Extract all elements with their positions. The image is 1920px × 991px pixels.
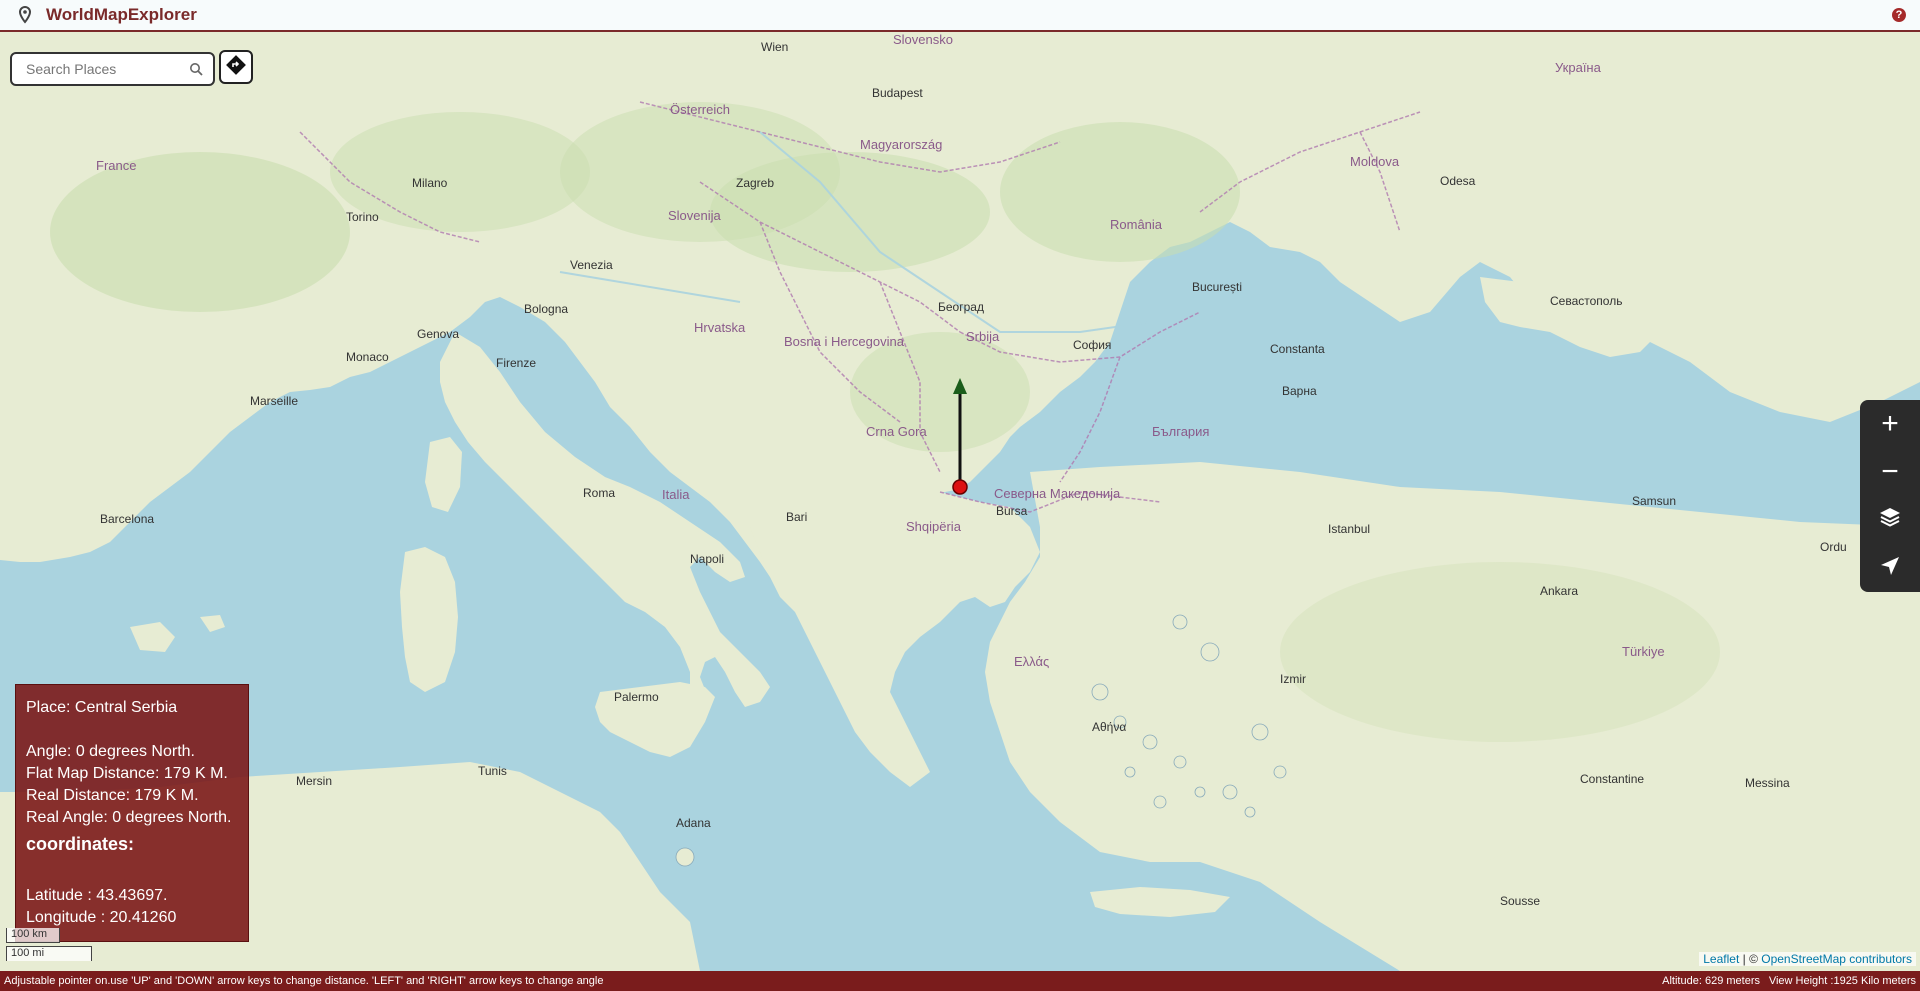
angle-value: Angle: 0 degrees North.	[26, 743, 195, 760]
map-label-moldova: Moldova	[1350, 154, 1400, 169]
pointer-origin-marker	[952, 479, 968, 495]
app-title: WorldMapExplorer	[46, 5, 197, 24]
zoom-out-button[interactable]: −	[1860, 448, 1920, 496]
map-label-slovensko: Slovensko	[893, 32, 953, 47]
search-box[interactable]	[10, 52, 215, 86]
longitude-value: Longitude : 20.41260	[26, 909, 177, 926]
directions-icon	[225, 54, 247, 81]
altitude-readout: Altitude: 629 meters	[1662, 975, 1760, 987]
map-label-milano: Milano	[412, 176, 448, 190]
real-angle-value: Real Angle: 0 degrees North.	[26, 809, 232, 826]
map-label-venezia: Venezia	[570, 258, 613, 272]
map-label-ellas: Ελλάς	[1014, 654, 1050, 669]
map-label-makedonija: Северна Македонија	[994, 486, 1121, 501]
map-label-magyarorszag: Magyarország	[860, 137, 943, 152]
map-label-odesa: Odesa	[1440, 174, 1476, 188]
map-label-antalya: Constantine	[1580, 772, 1645, 786]
map-label-izmir: Izmir	[1280, 672, 1306, 686]
real-distance-value: Real Distance: 179 K M.	[26, 787, 199, 804]
leaflet-link[interactable]: Leaflet	[1703, 952, 1739, 966]
map-label-italia: Italia	[662, 487, 690, 502]
flat-distance-value: Flat Map Distance: 179 K M.	[26, 765, 228, 782]
map-label-adana: Messina	[1745, 776, 1790, 790]
map-label-lefkosia: Sousse	[1500, 894, 1541, 908]
map-controls: + −	[1860, 400, 1920, 592]
map-label-osterreich: Österreich	[670, 102, 730, 117]
map-label-budapest: Budapest	[872, 86, 923, 100]
map-label-constanta: Constanta	[1270, 342, 1325, 356]
map-label-barcelona: Barcelona	[100, 512, 155, 526]
map-label-tunis: Tunis	[478, 764, 507, 778]
map-label-malta: Adana	[676, 816, 711, 830]
layers-icon	[1878, 503, 1902, 537]
map-label-sevastopol: Севастополь	[1550, 294, 1623, 308]
map-label-genova: Genova	[417, 327, 460, 341]
attribution-separator: | ©	[1739, 952, 1762, 966]
map-label-catania: Bursa	[996, 504, 1028, 518]
map-label-torino: Torino	[346, 210, 379, 224]
locate-button[interactable]	[1860, 544, 1920, 592]
place-name: Place: Central Serbia	[26, 699, 178, 716]
layers-button[interactable]	[1860, 496, 1920, 544]
map-label-ankara: Ankara	[1540, 584, 1579, 598]
map-label-napoli: Napoli	[690, 552, 725, 566]
map-label-beograd: Београд	[938, 300, 984, 314]
app-header: WorldMapExplorer ?	[0, 0, 1920, 32]
osm-link[interactable]: OpenStreetMap contributors	[1761, 952, 1912, 966]
coordinates-heading: coordinates:	[26, 834, 135, 854]
map-label-srbija: Srbija	[966, 329, 1000, 344]
zoom-in-button[interactable]: +	[1860, 400, 1920, 448]
map-label-france: France	[96, 158, 137, 173]
map-label-hrvatska: Hrvatska	[694, 320, 746, 335]
map-label-varna: Варна	[1282, 384, 1317, 398]
map-label-roma: Roma	[583, 486, 616, 500]
navigation-arrow-icon	[1879, 551, 1901, 585]
map-view[interactable]: Magyarország Hrvatska Bosna i Hercegovin…	[0, 32, 1920, 971]
map-label-turkiye: Türkiye	[1622, 644, 1665, 659]
map-label-istanbul: Istanbul	[1328, 522, 1371, 536]
pointer-info-panel: Place: Central Serbia Angle: 0 degrees N…	[15, 684, 249, 942]
search-icon[interactable]	[189, 62, 203, 81]
directions-button[interactable]	[219, 50, 253, 84]
status-bar: Adjustable pointer on.use 'UP' and 'DOWN…	[0, 971, 1920, 991]
map-label-slovenija: Slovenija	[668, 208, 721, 223]
map-label-ukraina: Україна	[1555, 60, 1601, 75]
map-pin-icon	[18, 6, 34, 24]
map-attribution: Leaflet | © OpenStreetMap contributors	[1699, 952, 1916, 966]
scale-bar-km: 100 km	[6, 928, 60, 943]
map-label-zagreb: Zagreb	[736, 176, 775, 190]
map-label-ordu: Ordu	[1820, 540, 1847, 554]
map-label-samsun: Samsun	[1632, 494, 1677, 508]
map-label-wien: Wien	[761, 40, 789, 54]
map-label-sofia: София	[1073, 338, 1112, 352]
help-icon[interactable]: ?	[1892, 8, 1906, 22]
map-label-bari: Bari	[786, 510, 808, 524]
latitude-value: Latitude : 43.43697.	[26, 887, 168, 904]
map-label-constantine: Mersin	[296, 774, 333, 788]
scale-bar-mi: 100 mi	[6, 946, 92, 961]
map-label-bucuresti: București	[1192, 280, 1243, 294]
map-label-bologna: Bologna	[524, 302, 569, 316]
map-label-crna-gora: Crna Gora	[866, 424, 927, 439]
map-label-athina: Αθήνα	[1092, 720, 1127, 734]
map-label-marseille: Marseille	[250, 394, 299, 408]
map-label-romania: România	[1110, 217, 1163, 232]
map-label-bosna: Bosna i Hercegovina	[784, 334, 904, 349]
pointer-hint-text: Adjustable pointer on.use 'UP' and 'DOWN…	[4, 975, 604, 987]
view-height-readout: View Height :1925 Kilo meters	[1768, 975, 1916, 987]
search-input[interactable]	[24, 60, 188, 78]
map-label-monaco: Monaco	[346, 350, 389, 364]
map-label-firenze: Firenze	[496, 356, 537, 370]
map-label-palermo: Palermo	[614, 690, 659, 704]
map-label-shqiperia: Shqipëria	[906, 519, 961, 534]
map-label-balgariya: България	[1152, 424, 1210, 439]
